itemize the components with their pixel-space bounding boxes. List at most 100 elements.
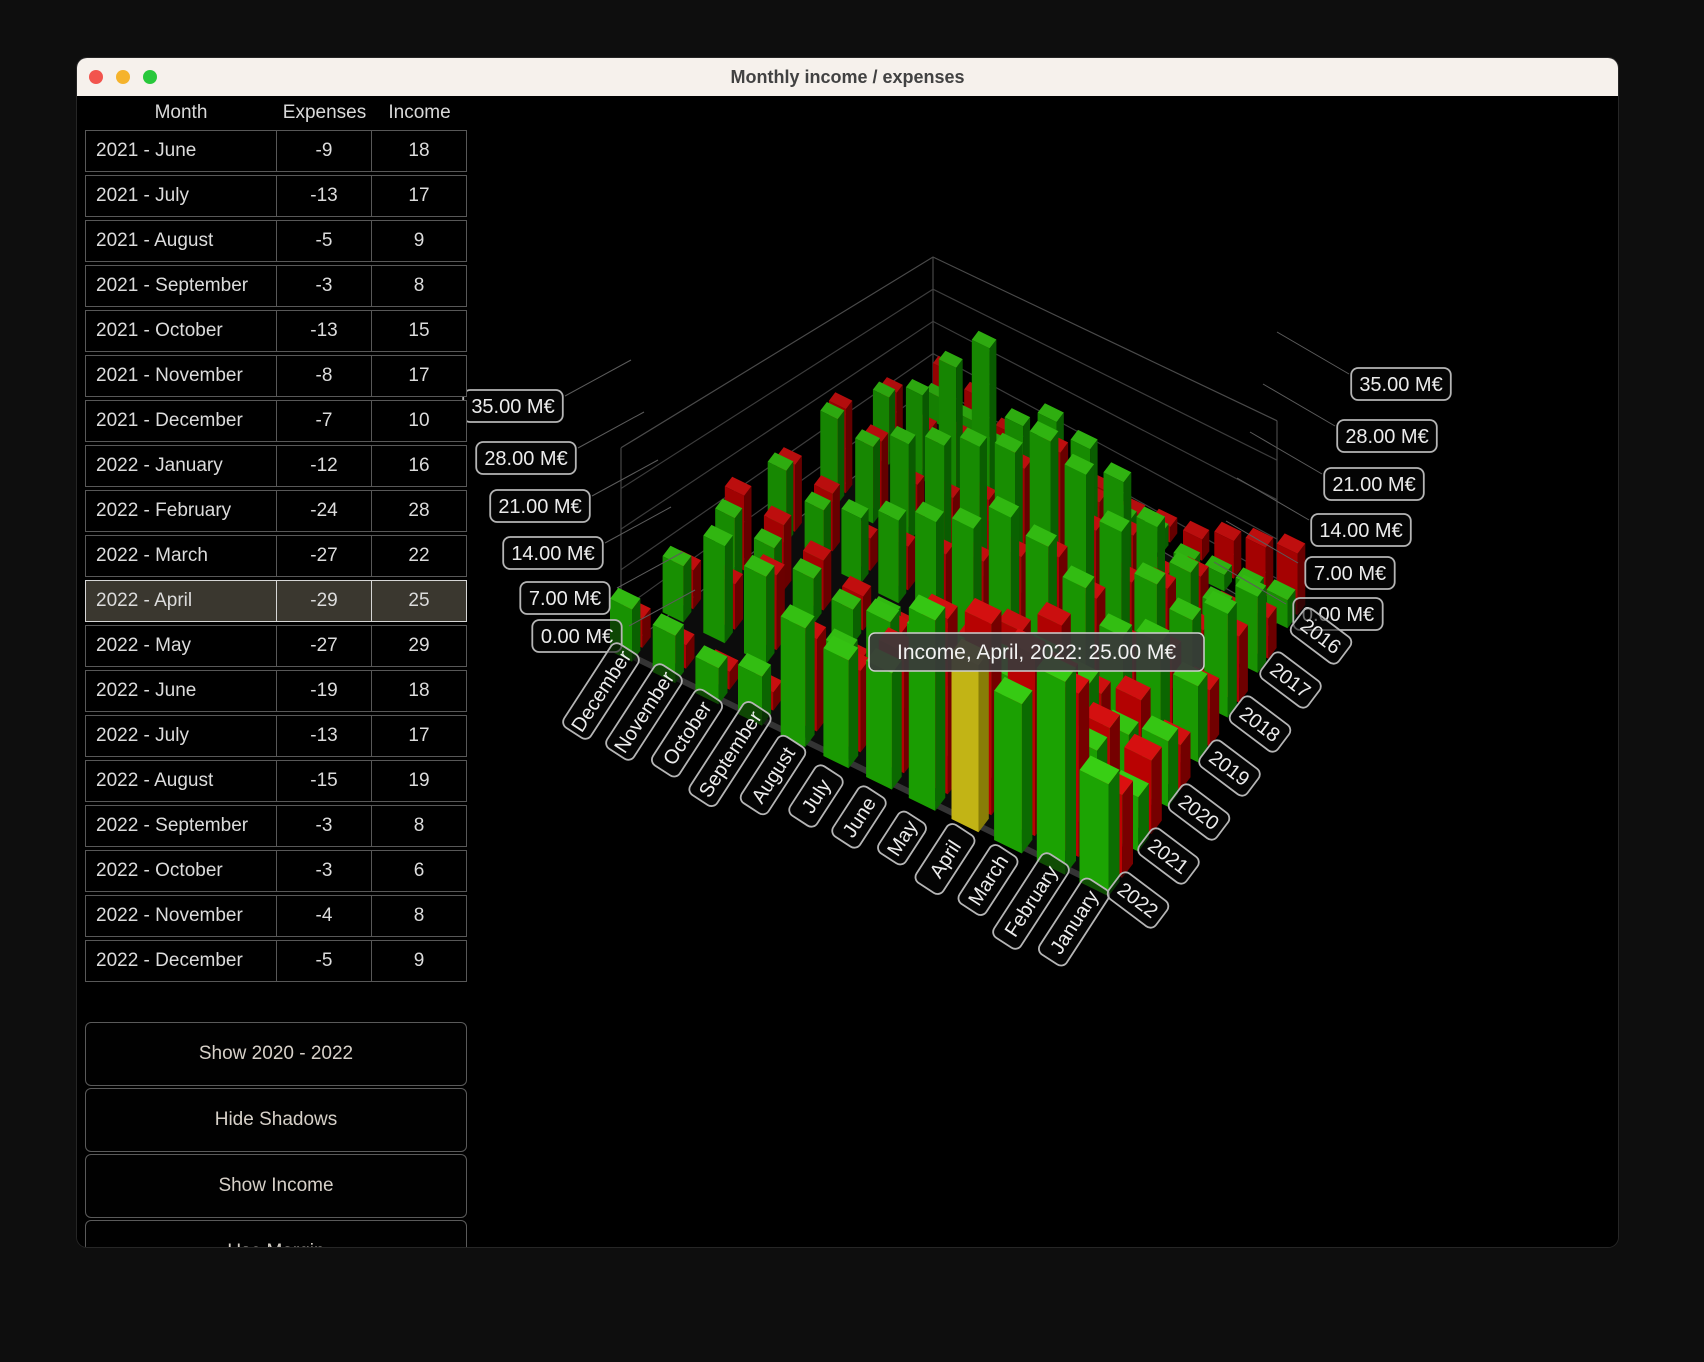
cell-month[interactable]: 2022 - March <box>86 536 276 576</box>
cell-month[interactable]: 2022 - June <box>86 671 276 711</box>
cell-month[interactable]: 2022 - January <box>86 446 276 486</box>
month-axis-label: July <box>787 763 846 830</box>
bar-group-August-2022[interactable] <box>781 604 826 747</box>
cell-month[interactable]: 2022 - October <box>86 851 276 891</box>
cell-income[interactable]: 18 <box>371 131 466 171</box>
cell-expenses[interactable]: -4 <box>276 896 371 936</box>
table-row[interactable]: 2022 - November-48 <box>85 895 467 937</box>
cell-expenses[interactable]: -3 <box>276 806 371 846</box>
cell-expenses[interactable]: -24 <box>276 491 371 531</box>
cell-month[interactable]: 2021 - July <box>86 176 276 216</box>
cell-month[interactable]: 2022 - September <box>86 806 276 846</box>
table-row[interactable]: 2021 - August-59 <box>85 220 467 262</box>
cell-month[interactable]: 2021 - August <box>86 221 276 261</box>
minimize-button[interactable] <box>116 70 130 84</box>
use-margin-button[interactable]: Use Margin <box>85 1220 467 1248</box>
cell-month[interactable]: 2022 - February <box>86 491 276 531</box>
zoom-button[interactable] <box>143 70 157 84</box>
table-row-selected[interactable]: 2022 - April-2925 <box>85 580 467 622</box>
svg-text:Income, April, 2022: 25.00 M€: Income, April, 2022: 25.00 M€ <box>897 641 1176 664</box>
table-row[interactable]: 2021 - July-1317 <box>85 175 467 217</box>
table-row[interactable]: 2022 - August-1519 <box>85 760 467 802</box>
cell-month[interactable]: 2021 - September <box>86 266 276 306</box>
cell-expenses[interactable]: -8 <box>276 356 371 396</box>
cell-month[interactable]: 2022 - November <box>86 896 276 936</box>
column-header-expenses[interactable]: Expenses <box>277 102 372 124</box>
cell-expenses[interactable]: -9 <box>276 131 371 171</box>
table-row[interactable]: 2022 - July-1317 <box>85 715 467 757</box>
cell-income[interactable]: 28 <box>371 491 466 531</box>
cell-expenses[interactable]: -5 <box>276 941 371 981</box>
cell-month[interactable]: 2022 - May <box>86 626 276 666</box>
cell-month[interactable]: 2022 - July <box>86 716 276 756</box>
cell-month[interactable]: 2022 - August <box>86 761 276 801</box>
cell-income[interactable]: 9 <box>371 941 466 981</box>
cell-expenses[interactable]: -13 <box>276 176 371 216</box>
table-row[interactable]: 2022 - March-2722 <box>85 535 467 577</box>
cell-expenses[interactable]: -27 <box>276 536 371 576</box>
title-bar[interactable]: Monthly income / expenses <box>77 58 1618 96</box>
cell-income[interactable]: 17 <box>371 176 466 216</box>
close-button[interactable] <box>89 70 103 84</box>
value-axis-label-right: 28.00 M€ <box>1337 420 1437 452</box>
table-row[interactable]: 2022 - October-36 <box>85 850 467 892</box>
table-row[interactable]: 2021 - October-1315 <box>85 310 467 352</box>
year-axis-label: 2017 <box>1257 650 1323 711</box>
cell-income[interactable]: 8 <box>371 896 466 936</box>
cell-income[interactable]: 18 <box>371 671 466 711</box>
cell-income[interactable]: 17 <box>371 356 466 396</box>
column-header-income[interactable]: Income <box>372 102 467 124</box>
cell-month[interactable]: 2021 - October <box>86 311 276 351</box>
table-row[interactable]: 2022 - June-1918 <box>85 670 467 712</box>
table-row[interactable]: 2021 - December-710 <box>85 400 467 442</box>
table-row[interactable]: 2022 - January-1216 <box>85 445 467 487</box>
cell-income[interactable]: 8 <box>371 806 466 846</box>
cell-income[interactable]: 15 <box>371 311 466 351</box>
table-row[interactable]: 2022 - May-2729 <box>85 625 467 667</box>
column-header-month[interactable]: Month <box>85 102 277 124</box>
bar-group-May-2022[interactable] <box>909 594 958 811</box>
value-axis-label-right: 21.00 M€ <box>1324 468 1424 500</box>
cell-expenses[interactable]: -15 <box>276 761 371 801</box>
table-row[interactable]: 2021 - June-918 <box>85 130 467 172</box>
cell-income[interactable]: 19 <box>371 761 466 801</box>
cell-expenses[interactable]: -13 <box>276 311 371 351</box>
cell-income[interactable]: 16 <box>371 446 466 486</box>
cell-expenses[interactable]: -7 <box>276 401 371 441</box>
cell-month[interactable]: 2021 - June <box>86 131 276 171</box>
table-row[interactable]: 2021 - September-38 <box>85 265 467 307</box>
cell-income[interactable]: 17 <box>371 716 466 756</box>
cell-expenses[interactable]: -27 <box>276 626 371 666</box>
cell-income[interactable]: 8 <box>371 266 466 306</box>
cell-expenses[interactable]: -29 <box>276 581 371 621</box>
bar-group-July-2022[interactable] <box>823 636 870 769</box>
cell-income[interactable]: 10 <box>371 401 466 441</box>
cell-month[interactable]: 2022 - April <box>86 581 276 621</box>
cell-expenses[interactable]: -12 <box>276 446 371 486</box>
cell-income[interactable]: 9 <box>371 221 466 261</box>
table-row[interactable]: 2022 - September-38 <box>85 805 467 847</box>
hide-shadows-button[interactable]: Hide Shadows <box>85 1088 467 1152</box>
cell-month[interactable]: 2021 - December <box>86 401 276 441</box>
value-axis-label-left: 35.00 M€ <box>463 390 563 422</box>
table-row[interactable]: 2021 - November-817 <box>85 355 467 397</box>
cell-month[interactable]: 2022 - December <box>86 941 276 981</box>
show-years-button[interactable]: Show 2020 - 2022 <box>85 1022 467 1086</box>
cell-month[interactable]: 2021 - November <box>86 356 276 396</box>
cell-income[interactable]: 22 <box>371 536 466 576</box>
cell-expenses[interactable]: -13 <box>276 716 371 756</box>
cell-income[interactable]: 29 <box>371 626 466 666</box>
cell-income[interactable]: 25 <box>371 581 466 621</box>
cell-expenses[interactable]: -5 <box>276 221 371 261</box>
table-row[interactable]: 2022 - February-2428 <box>85 490 467 532</box>
show-income-button[interactable]: Show Income <box>85 1154 467 1218</box>
value-axis-label-left: 28.00 M€ <box>476 442 576 474</box>
month-axis-label: June <box>830 784 889 851</box>
table-row[interactable]: 2022 - December-59 <box>85 940 467 982</box>
cell-expenses[interactable]: -3 <box>276 266 371 306</box>
svg-text:21.00 M€: 21.00 M€ <box>1332 474 1415 496</box>
cell-income[interactable]: 6 <box>371 851 466 891</box>
cell-expenses[interactable]: -3 <box>276 851 371 891</box>
value-axis-label-left: 0.00 M€ <box>532 620 621 652</box>
cell-expenses[interactable]: -19 <box>276 671 371 711</box>
